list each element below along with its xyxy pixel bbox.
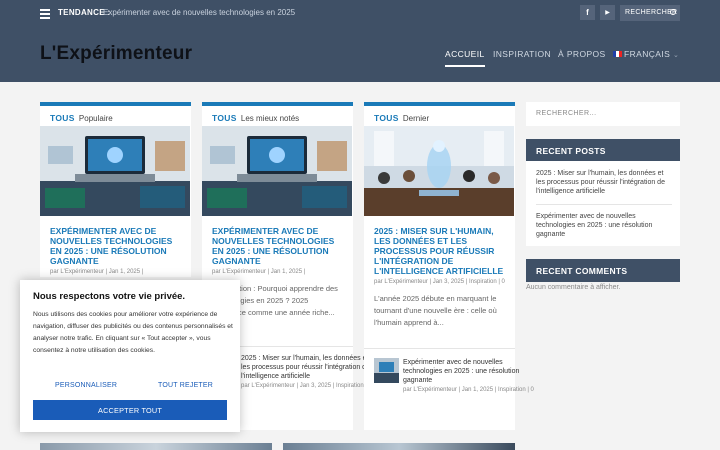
recent-divider bbox=[536, 204, 672, 205]
post-image[interactable] bbox=[202, 126, 352, 216]
nav-language-label: FRANÇAIS bbox=[624, 49, 671, 59]
nav-inspiration[interactable]: INSPIRATION bbox=[493, 49, 551, 59]
recent-posts-title: RECENT POSTS bbox=[526, 139, 680, 162]
search-icon[interactable] bbox=[670, 9, 676, 15]
nav-language[interactable]: FRANÇAIS ⌄ bbox=[613, 49, 679, 59]
accept-all-button[interactable]: ACCEPTER TOUT bbox=[33, 400, 227, 420]
card-tab[interactable]: TOUS Populaire bbox=[40, 106, 191, 126]
recent-comments-title: RECENT COMMENTS bbox=[526, 259, 680, 282]
recent-post-link[interactable]: 2025 : Miser sur l'humain, les données e… bbox=[536, 169, 672, 196]
post-meta: par L'Expérimenteur | Jan 1, 2025 | bbox=[212, 269, 306, 275]
laptop-scene-image bbox=[40, 126, 190, 216]
tab-all: TOUS bbox=[212, 113, 237, 123]
nav-accueil[interactable]: ACCUEIL bbox=[445, 49, 485, 67]
post-image[interactable] bbox=[40, 126, 190, 216]
site-header: L'Expérimenteur ACCUEIL INSPIRATION À PR… bbox=[0, 26, 720, 82]
no-comments-text: Aucun commentaire à afficher. bbox=[526, 284, 621, 291]
recent-post-link[interactable]: Expérimenter avec de nouvelles technolog… bbox=[536, 212, 672, 239]
related-post-meta: par L'Expérimenteur | Jan 1, 2025 | Insp… bbox=[403, 387, 534, 393]
card-divider bbox=[364, 348, 515, 349]
post-title[interactable]: Expérimenter avec de nouvelles technolog… bbox=[202, 216, 353, 266]
related-post-thumbnail[interactable] bbox=[374, 358, 399, 383]
post-meta: par L'Expérimenteur | Jan 1, 2025 | bbox=[50, 269, 144, 275]
french-flag-icon bbox=[613, 51, 622, 57]
cookie-consent-dialog: Nous respectons votre vie privée. Nous u… bbox=[20, 280, 240, 432]
tab-label: Les mieux notés bbox=[240, 114, 300, 123]
site-logo[interactable]: L'Expérimenteur bbox=[40, 43, 192, 65]
reject-all-button[interactable]: TOUT REJETER bbox=[158, 382, 213, 389]
youtube-icon[interactable]: ▶ bbox=[600, 5, 615, 20]
laptop-scene-image bbox=[202, 126, 352, 216]
menu-icon[interactable] bbox=[40, 9, 50, 19]
related-post-title[interactable]: 2025 : Miser sur l'humain, les données e… bbox=[241, 354, 372, 381]
post-card-popular: TOUS Populaire Expérimenter avec de nouv… bbox=[40, 102, 191, 277]
recent-posts-list: 2025 : Miser sur l'humain, les données e… bbox=[526, 161, 680, 246]
related-post-title[interactable]: Expérimenter avec de nouvelles technolog… bbox=[403, 358, 534, 385]
bottom-post-image[interactable] bbox=[283, 443, 515, 450]
tab-all: TOUS bbox=[374, 113, 399, 123]
customize-button[interactable]: PERSONNALISER bbox=[55, 382, 117, 389]
facebook-icon[interactable]: f bbox=[580, 5, 595, 20]
tab-label: Dernier bbox=[402, 114, 430, 123]
laptop-thumbnail-image bbox=[374, 358, 399, 383]
cookie-description: Nous utilisons des cookies pour améliore… bbox=[33, 311, 233, 354]
bottom-post-image[interactable] bbox=[40, 443, 272, 450]
related-post[interactable]: Expérimenter avec de nouvelles technolog… bbox=[374, 358, 534, 393]
trending-bar: TENDANCE : Expérimenter avec de nouvelle… bbox=[0, 0, 720, 26]
post-title[interactable]: Expérimenter avec de nouvelles technolog… bbox=[40, 216, 191, 266]
post-excerpt: L'année 2025 débute en marquant le tourn… bbox=[374, 294, 497, 327]
card-tab[interactable]: TOUS Dernier bbox=[364, 106, 515, 126]
office-ai-scene-image bbox=[364, 126, 514, 216]
related-post-meta: par L'Expérimenteur | Jan 3, 2025 | Insp… bbox=[241, 383, 372, 389]
tab-all: TOUS bbox=[50, 113, 75, 123]
post-meta: par L'Expérimenteur | Jan 3, 2025 | Insp… bbox=[374, 279, 505, 285]
post-card-latest: TOUS Dernier 2025 : Miser sur l'humain, … bbox=[364, 102, 534, 430]
card-tab[interactable]: TOUS Les mieux notés bbox=[202, 106, 353, 126]
top-search-input[interactable]: RECHERCHER bbox=[620, 5, 680, 21]
trending-link[interactable]: Expérimenter avec de nouvelles technolog… bbox=[103, 8, 298, 17]
nav-a-propos[interactable]: À PROPOS bbox=[558, 49, 606, 59]
chevron-down-icon: ⌄ bbox=[672, 52, 680, 59]
post-title[interactable]: 2025 : Miser sur l'humain, les données e… bbox=[364, 216, 515, 276]
sidebar-search-input[interactable]: RECHERCHER... bbox=[526, 102, 680, 126]
post-image[interactable] bbox=[364, 126, 514, 216]
tab-label: Populaire bbox=[78, 114, 113, 123]
cookie-title: Nous respectons votre vie privée. bbox=[33, 291, 186, 302]
